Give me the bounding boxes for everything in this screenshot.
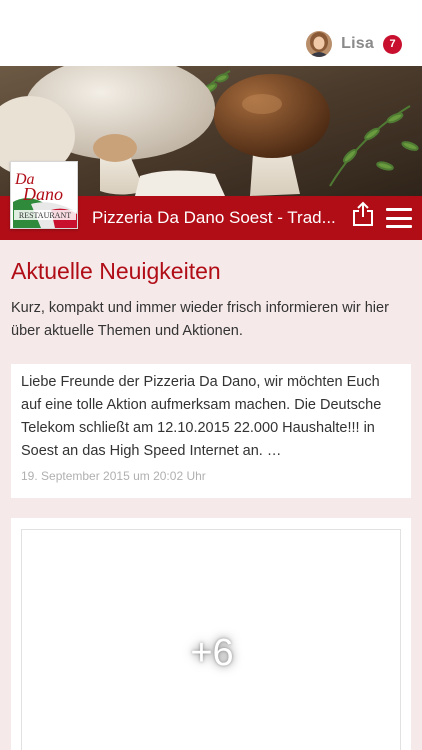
more-images-count: +6 (190, 632, 234, 674)
hamburger-menu-icon[interactable] (386, 208, 412, 228)
svg-text:RESTAURANT: RESTAURANT (19, 211, 71, 220)
user-account[interactable]: Lisa 7 (306, 30, 402, 58)
share-button[interactable] (351, 201, 375, 232)
avatar[interactable] (306, 31, 333, 57)
news-text: Liebe Freunde der Pizzeria Da Dano, wir … (21, 374, 382, 459)
menu-line (386, 225, 412, 228)
restaurant-logo[interactable]: Da Dano RESTAURANT (10, 161, 78, 229)
news-card[interactable]: Liebe Freunde der Pizzeria Da Dano, wir … (11, 364, 411, 498)
intro-text: Kurz, kompakt und immer wieder frisch in… (11, 300, 389, 339)
menu-line (386, 208, 412, 211)
user-name[interactable]: Lisa (341, 35, 374, 53)
share-icon (352, 201, 374, 232)
svg-text:Dano: Dano (22, 184, 63, 204)
section-heading: Aktuelle Neuigkeiten (11, 258, 221, 284)
gallery-more-tile[interactable]: +6 (21, 529, 401, 750)
gallery-card: +6 (11, 518, 411, 750)
menu-line (386, 216, 412, 220)
news-date: 19. September 2015 um 20:02 Uhr (21, 469, 206, 483)
page-title: Pizzeria Da Dano Soest - Trad... (92, 208, 336, 227)
notification-badge[interactable]: 7 (383, 34, 402, 54)
top-bar: Lisa 7 (0, 0, 422, 66)
